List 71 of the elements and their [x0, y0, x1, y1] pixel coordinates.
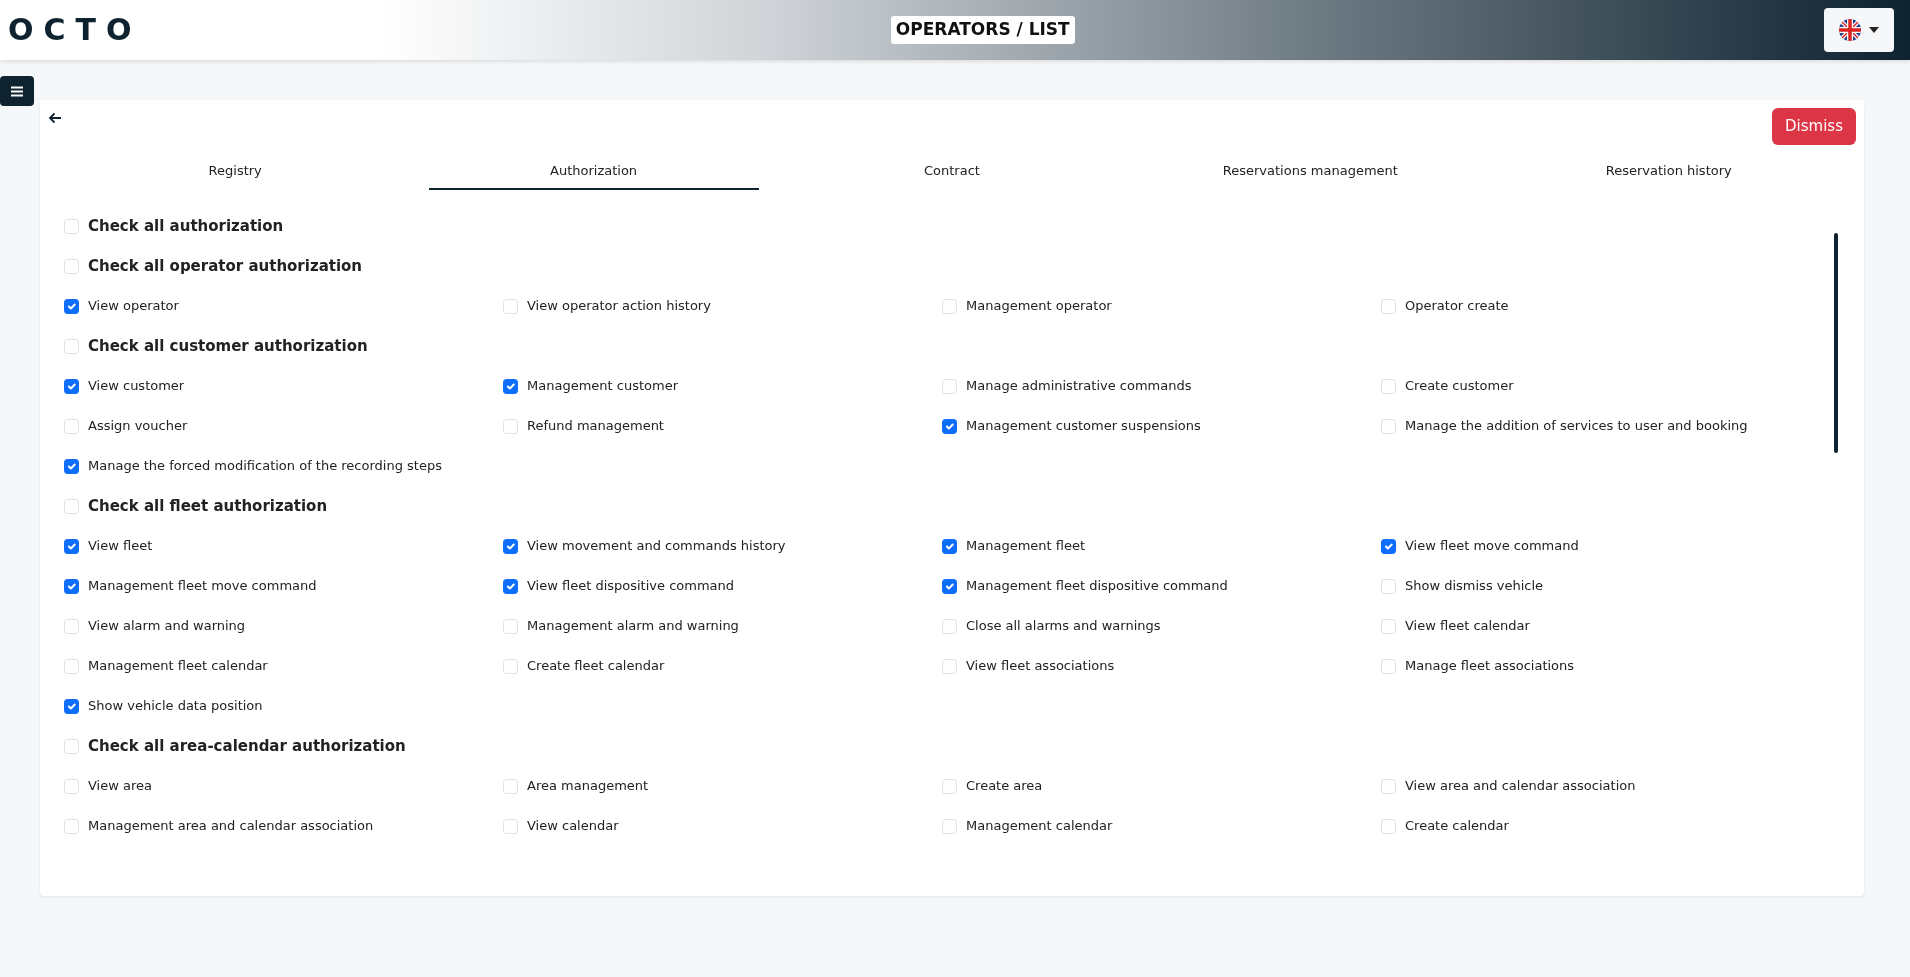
- permission-label: Operator create: [1405, 297, 1509, 316]
- menu-button[interactable]: [0, 76, 34, 106]
- caret-icon: [1869, 27, 1879, 33]
- permission-label: Management area and calendar association: [88, 817, 374, 836]
- permission-label: Management fleet dispositive command: [966, 577, 1228, 596]
- checkbox[interactable]: [64, 378, 79, 394]
- back-arrow-icon[interactable]: [48, 112, 62, 124]
- tab[interactable]: Contract: [786, 152, 1117, 190]
- permission-label: Manage the addition of services to user and booking: [1405, 417, 1748, 436]
- permission-label: View area and calendar association: [1405, 777, 1636, 796]
- permission-label: View area: [88, 777, 152, 796]
- group-label: Check all authorization: [88, 215, 284, 237]
- permission-label: Create calendar: [1405, 817, 1509, 836]
- group-label: Check all area-calendar authorization: [88, 735, 406, 757]
- permission-label: Show dismiss vehicle: [1405, 577, 1544, 596]
- permission-label: View operator action history: [527, 297, 711, 316]
- permission-label: View movement and commands history: [527, 537, 786, 556]
- tab[interactable]: Registry: [70, 152, 401, 190]
- permission-label: Management alarm and warning: [527, 617, 739, 636]
- permission-label: Management fleet calendar: [88, 657, 268, 676]
- checkbox[interactable]: [503, 578, 518, 594]
- checkbox[interactable]: [942, 578, 957, 594]
- permission-label: Management calendar: [966, 817, 1113, 836]
- permission-label: Management fleet move command: [88, 577, 317, 596]
- checkbox[interactable]: [503, 378, 518, 394]
- permission-label: Show vehicle data position: [88, 697, 263, 716]
- logo: OCTO: [8, 15, 142, 45]
- group-label: Check all customer authorization: [88, 335, 368, 357]
- permission-label: Manage fleet associations: [1405, 657, 1575, 676]
- permission-label: Management operator: [966, 297, 1112, 316]
- checkbox[interactable]: [64, 538, 79, 554]
- permission-label: View fleet calendar: [1405, 617, 1530, 636]
- permission-label: View fleet move command: [1405, 537, 1579, 556]
- permission-label: Management fleet: [966, 537, 1086, 556]
- scrollbar[interactable]: [1834, 233, 1838, 453]
- permission-label: Manage administrative commands: [966, 377, 1192, 396]
- permission-label: Assign voucher: [88, 417, 188, 436]
- dismiss-button[interactable]: Dismiss: [1772, 108, 1856, 145]
- permission-label: View customer: [88, 377, 185, 396]
- permission-label: Create fleet calendar: [527, 657, 665, 676]
- permission-label: View fleet: [88, 537, 153, 556]
- tab[interactable]: Reservation history: [1503, 152, 1834, 190]
- checkbox[interactable]: [1381, 538, 1396, 554]
- menu-icon: [11, 85, 23, 97]
- permission-label: View fleet dispositive command: [527, 577, 735, 596]
- uk-flag-icon: [1839, 19, 1861, 41]
- checkbox[interactable]: [64, 698, 79, 714]
- tab[interactable]: Authorization: [428, 152, 759, 190]
- permission-label: Management customer suspensions: [966, 417, 1201, 436]
- checkbox[interactable]: [503, 538, 518, 554]
- permission-label: View alarm and warning: [88, 617, 246, 636]
- permission-label: Close all alarms and warnings: [966, 617, 1161, 636]
- permission-label: Create customer: [1405, 377, 1514, 396]
- checkbox[interactable]: [64, 458, 79, 474]
- permission-label: Manage the forced modification of the recording steps: [88, 457, 442, 476]
- permission-label: Create area: [966, 777, 1043, 796]
- permission-label: View operator: [88, 297, 179, 316]
- language-dropdown[interactable]: [1824, 8, 1894, 52]
- permission-label: View calendar: [527, 817, 619, 836]
- checkbox[interactable]: [64, 298, 79, 314]
- checkbox[interactable]: [942, 418, 957, 434]
- checkbox[interactable]: [942, 538, 957, 554]
- tab[interactable]: Reservations management: [1145, 152, 1476, 190]
- permission-label: View fleet associations: [966, 657, 1115, 676]
- group-label: Check all fleet authorization: [88, 495, 328, 517]
- permission-label: Management customer: [527, 377, 678, 396]
- permission-label: Refund management: [527, 417, 664, 436]
- checkbox[interactable]: [64, 578, 79, 594]
- permission-label: Area management: [527, 777, 649, 796]
- group-label: Check all operator authorization: [88, 255, 363, 277]
- page-title: OPERATORS / LIST: [890, 16, 1075, 44]
